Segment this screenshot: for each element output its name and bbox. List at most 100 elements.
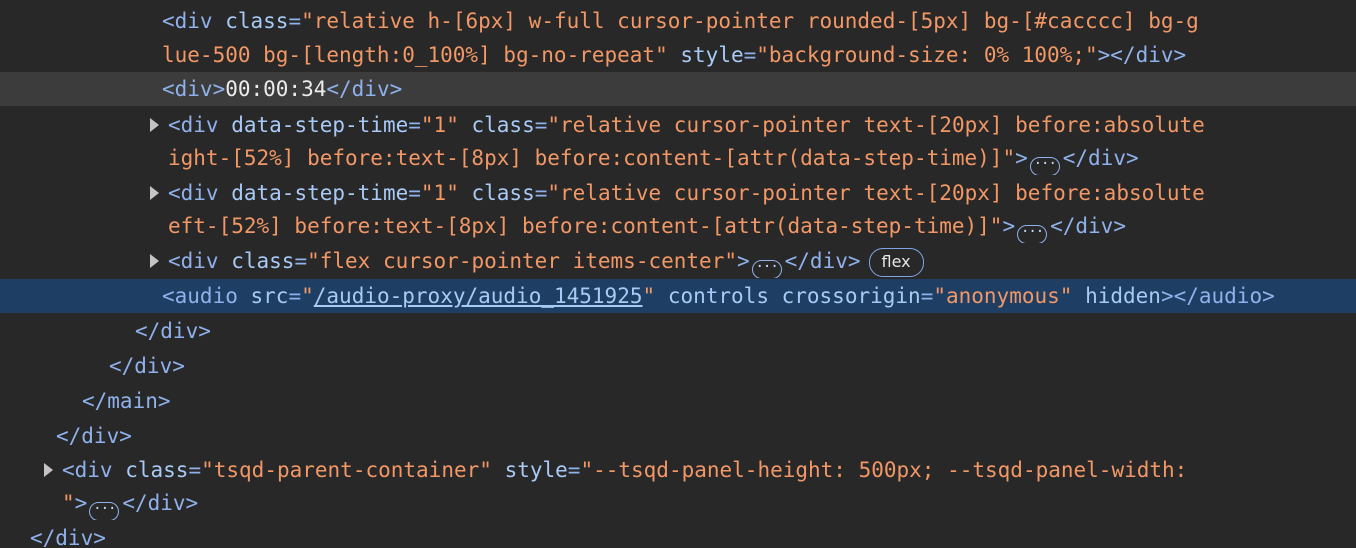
html-tag-token: = (408, 181, 421, 205)
expand-triangle-icon[interactable] (150, 118, 159, 132)
attribute-name-token: class (125, 458, 189, 482)
dom-line-flex-div[interactable]: <div class="flex cursor-pointer items-ce… (0, 244, 1356, 278)
attribute-value-token: "relative cursor-pointer text-[20px] bef… (547, 113, 1205, 137)
html-tag-token: > (736, 249, 750, 273)
html-tag-token: = (294, 249, 308, 273)
dom-line-close-main[interactable]: </main> (0, 384, 1356, 418)
attribute-name-token: data-step-time (231, 113, 409, 137)
html-tag-token: = (534, 181, 548, 205)
dom-line-close-div[interactable]: </div> (0, 419, 1356, 453)
dom-line-audio-selected[interactable]: <audio src="/audio-proxy/audio_1451925" … (0, 279, 1356, 313)
attribute-name-token: class (225, 9, 289, 33)
html-tag-token: = (288, 9, 302, 33)
elements-panel: <div class="relative h-[6px] w-full curs… (0, 0, 1356, 548)
html-tag-token: = (920, 284, 934, 308)
attribute-value-token: " (62, 491, 75, 515)
expand-triangle-icon[interactable] (150, 186, 159, 200)
dom-line-step-back-wrap[interactable]: ight-[52%] before:text-[8px] before:cont… (0, 141, 1356, 175)
dom-line-close-div[interactable]: </div> (0, 314, 1356, 348)
dom-line-close-div[interactable]: </div> (0, 349, 1356, 383)
attribute-value-token: "flex cursor-pointer items-center" (307, 249, 737, 273)
html-tag-token: </div> (1050, 214, 1126, 238)
html-tag-token: <div (168, 249, 219, 273)
dom-line-tsqd-container-wrap[interactable]: "> ··· </div> (0, 486, 1356, 520)
attribute-value-token: " (642, 284, 656, 308)
collapsed-ellipsis-icon[interactable]: ··· (751, 260, 782, 278)
html-tag-token: <audio (162, 284, 238, 308)
html-tag-token: <div (162, 9, 213, 33)
attribute-name-token: class (231, 249, 295, 273)
collapsed-ellipsis-icon[interactable]: ··· (1017, 225, 1048, 243)
attribute-name-token: hidden (1085, 284, 1161, 308)
html-tag-token: > (1015, 146, 1028, 170)
dom-line-progress-div-wrap[interactable]: lue-500 bg-[length:0_100%] bg-no-repeat"… (0, 38, 1356, 72)
collapsed-ellipsis-icon[interactable]: ··· (89, 502, 120, 520)
html-tag-token: = (534, 113, 548, 137)
html-tag-token: </main> (82, 389, 171, 413)
html-tag-token: </div> (1062, 146, 1139, 170)
attribute-value-token: "--tsqd-panel-height: 500px; --tsqd-pane… (580, 458, 1188, 482)
html-tag-token: </div> (326, 77, 403, 101)
attribute-link[interactable]: /audio-proxy/audio_1451925 (314, 284, 643, 308)
attribute-name-token: class (471, 113, 535, 137)
flex-badge-button[interactable]: flex (868, 248, 924, 277)
html-tag-token: </div> (122, 491, 199, 515)
html-tag-token: ></div> (1097, 43, 1187, 67)
attribute-value-token: "anonymous" (933, 284, 1073, 308)
html-tag-token: </div> (784, 249, 861, 273)
dom-line-close-div[interactable]: </div> (0, 521, 1356, 548)
html-tag-token: > (1002, 214, 1016, 238)
attribute-name-token: style (504, 458, 568, 482)
attribute-name-token: style (680, 43, 744, 67)
dom-line-step-forward-wrap[interactable]: eft-[52%] before:text-[8px] before:conte… (0, 209, 1356, 243)
attribute-value-token: eft-[52%] before:text-[8px] before:conte… (168, 214, 1003, 238)
attribute-value-token: "1" (420, 181, 459, 205)
html-tag-token: </div> (30, 526, 106, 548)
html-tag-token: = (743, 43, 757, 67)
html-tag-token: = (567, 458, 581, 482)
html-tag-token: <div (168, 113, 219, 137)
collapsed-ellipsis-icon[interactable]: ··· (1029, 157, 1060, 175)
expand-triangle-icon[interactable] (150, 254, 159, 268)
text-node-token: 00:00:34 (225, 77, 327, 101)
attribute-value-token: " (301, 284, 314, 308)
attribute-value-token: lue-500 bg-[length:0_100%] bg-no-repeat" (162, 43, 668, 67)
attribute-value-token: "relative h-[6px] w-full cursor-pointer … (301, 9, 1199, 33)
dom-line-tsqd-container[interactable]: <div class="tsqd-parent-container" style… (0, 453, 1356, 487)
attribute-value-token: "relative cursor-pointer text-[20px] bef… (547, 181, 1205, 205)
html-tag-token: = (188, 458, 202, 482)
html-tag-token: ></audio> (1160, 284, 1275, 308)
html-tag-token: </div> (109, 354, 185, 378)
attribute-name-token: data-step-time (231, 181, 409, 205)
html-tag-token: </div> (56, 424, 132, 448)
attribute-name-token: controls crossorigin (667, 284, 921, 308)
dom-line-progress-div[interactable]: <div class="relative h-[6px] w-full curs… (0, 4, 1356, 38)
html-tag-token: = (408, 113, 421, 137)
attribute-name-token: class (471, 181, 535, 205)
html-tag-token: <div (168, 181, 219, 205)
dom-line-step-forward[interactable]: <div data-step-time="1" class="relative … (0, 176, 1356, 210)
html-tag-token: <div (62, 458, 113, 482)
html-tag-token: <div> (162, 77, 226, 101)
html-tag-token: = (288, 284, 302, 308)
attribute-value-token: ight-[52%] before:text-[8px] before:cont… (168, 146, 1016, 170)
dom-line-step-back[interactable]: <div data-step-time="1" class="relative … (0, 108, 1356, 142)
html-tag-token: > (74, 491, 88, 515)
attribute-name-token: src (250, 284, 289, 308)
html-tag-token: </div> (135, 319, 211, 343)
attribute-value-token: "tsqd-parent-container" (201, 458, 492, 482)
expand-triangle-icon[interactable] (44, 463, 53, 477)
dom-line-timer[interactable]: <div>00:00:34</div> (0, 72, 1356, 106)
